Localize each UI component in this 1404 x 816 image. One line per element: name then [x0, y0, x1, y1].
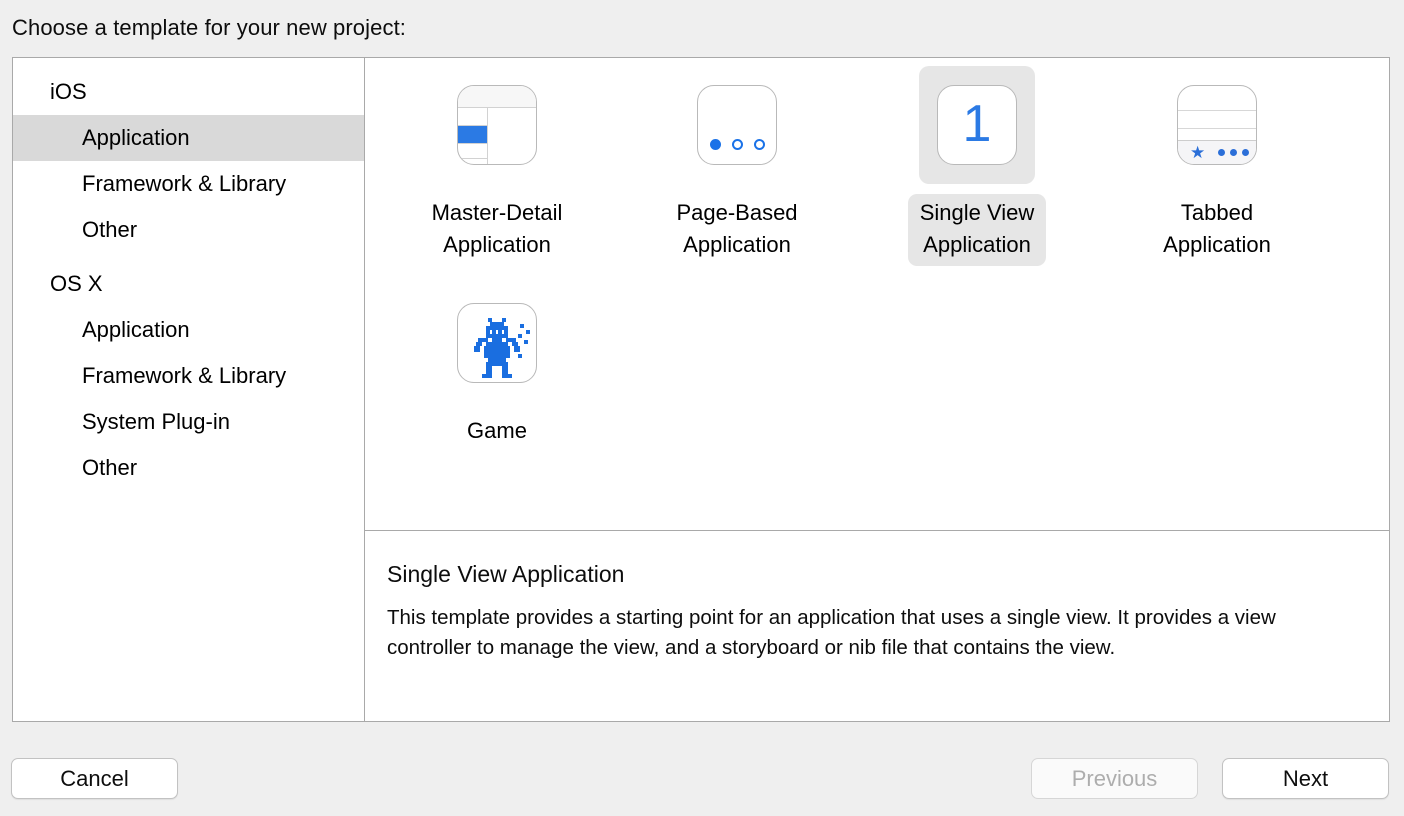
sidebar-item-label: Framework & Library: [82, 353, 286, 399]
sidebar-item-label: Application: [82, 307, 190, 353]
more-dots-icon: [1218, 149, 1249, 156]
template-icon-wrap: [439, 66, 555, 184]
template-description: Single View Application This template pr…: [365, 531, 1389, 721]
previous-button[interactable]: Previous: [1031, 758, 1198, 799]
sidebar-item-ios-application[interactable]: Application: [13, 115, 364, 161]
page-dot: [754, 139, 765, 150]
category-sidebar[interactable]: iOS Application Framework & Library Othe…: [13, 58, 365, 721]
sidebar-item-osx-other[interactable]: Other: [13, 445, 364, 491]
template-chooser-panel: iOS Application Framework & Library Othe…: [12, 57, 1390, 722]
page-based-icon: [697, 85, 777, 165]
tabbed-content-line: [1178, 110, 1256, 111]
sidebar-item-label: Framework & Library: [82, 161, 286, 207]
master-detail-divider: [487, 108, 488, 164]
single-view-icon: 1: [937, 85, 1017, 165]
master-detail-selected-row: [458, 126, 487, 143]
master-detail-toolbar: [458, 86, 536, 108]
sidebar-group-osx: OS X: [13, 261, 364, 307]
description-body: This template provides a starting point …: [387, 603, 1361, 663]
sidebar-item-ios-framework-library[interactable]: Framework & Library: [13, 161, 364, 207]
master-detail-row-line: [458, 143, 487, 144]
description-title: Single View Application: [387, 559, 1361, 589]
page-title: Choose a template for your new project:: [12, 13, 406, 43]
sidebar-item-ios-other[interactable]: Other: [13, 207, 364, 253]
sidebar-spacer: [13, 253, 364, 261]
template-grid: Master-Detail Application Page-Ba: [365, 58, 1389, 531]
tabbed-content-line: [1178, 128, 1256, 129]
template-icon-wrap: ★: [1159, 66, 1275, 184]
template-tile-master-detail[interactable]: Master-Detail Application: [377, 66, 617, 266]
template-grid-row: Master-Detail Application Page-Ba: [365, 66, 1389, 266]
master-detail-row-line: [458, 158, 487, 159]
template-tile-page-based[interactable]: Page-Based Application: [617, 66, 857, 266]
sidebar-group-label: iOS: [50, 69, 87, 115]
game-icon: [457, 303, 537, 383]
sidebar-item-osx-framework-library[interactable]: Framework & Library: [13, 353, 364, 399]
template-tile-game[interactable]: Game: [377, 284, 617, 452]
master-detail-icon: [457, 85, 537, 165]
sidebar-item-label: Other: [82, 445, 137, 491]
template-icon-wrap: 1: [919, 66, 1035, 184]
template-tile-single-view[interactable]: 1 Single View Application: [857, 66, 1097, 266]
dot: [1218, 149, 1225, 156]
template-tile-label: Master-Detail Application: [420, 194, 575, 266]
template-grid-row: Game: [365, 284, 1389, 452]
template-tile-label: Single View Application: [908, 194, 1047, 266]
star-icon: ★: [1190, 144, 1205, 161]
cancel-button[interactable]: Cancel: [11, 758, 178, 799]
template-tile-label: Game: [455, 412, 539, 452]
page-dot-active: [710, 139, 721, 150]
dot: [1230, 149, 1237, 156]
sidebar-item-label: Application: [82, 115, 190, 161]
tab-bar: ★: [1178, 140, 1256, 164]
sidebar-group-ios: iOS: [13, 69, 364, 115]
template-content: Master-Detail Application Page-Ba: [365, 58, 1389, 721]
page-dot: [732, 139, 743, 150]
template-tile-label: Tabbed Application: [1151, 194, 1283, 266]
dot: [1242, 149, 1249, 156]
template-tile-label: Page-Based Application: [664, 194, 809, 266]
next-button[interactable]: Next: [1222, 758, 1389, 799]
tabbed-icon: ★: [1177, 85, 1257, 165]
sidebar-item-label: System Plug-in: [82, 399, 230, 445]
template-tile-tabbed[interactable]: ★ Tabbed Application: [1097, 66, 1337, 266]
template-icon-wrap: [439, 284, 555, 402]
page-control-dots: [698, 139, 776, 150]
sidebar-item-label: Other: [82, 207, 137, 253]
template-icon-wrap: [679, 66, 795, 184]
sidebar-item-osx-application[interactable]: Application: [13, 307, 364, 353]
robot-sprite-icon: [458, 304, 537, 383]
single-view-numeral: 1: [938, 86, 1016, 164]
sidebar-item-osx-system-plugin[interactable]: System Plug-in: [13, 399, 364, 445]
sidebar-group-label: OS X: [50, 261, 103, 307]
dialog-footer: Cancel Previous Next: [0, 758, 1404, 816]
